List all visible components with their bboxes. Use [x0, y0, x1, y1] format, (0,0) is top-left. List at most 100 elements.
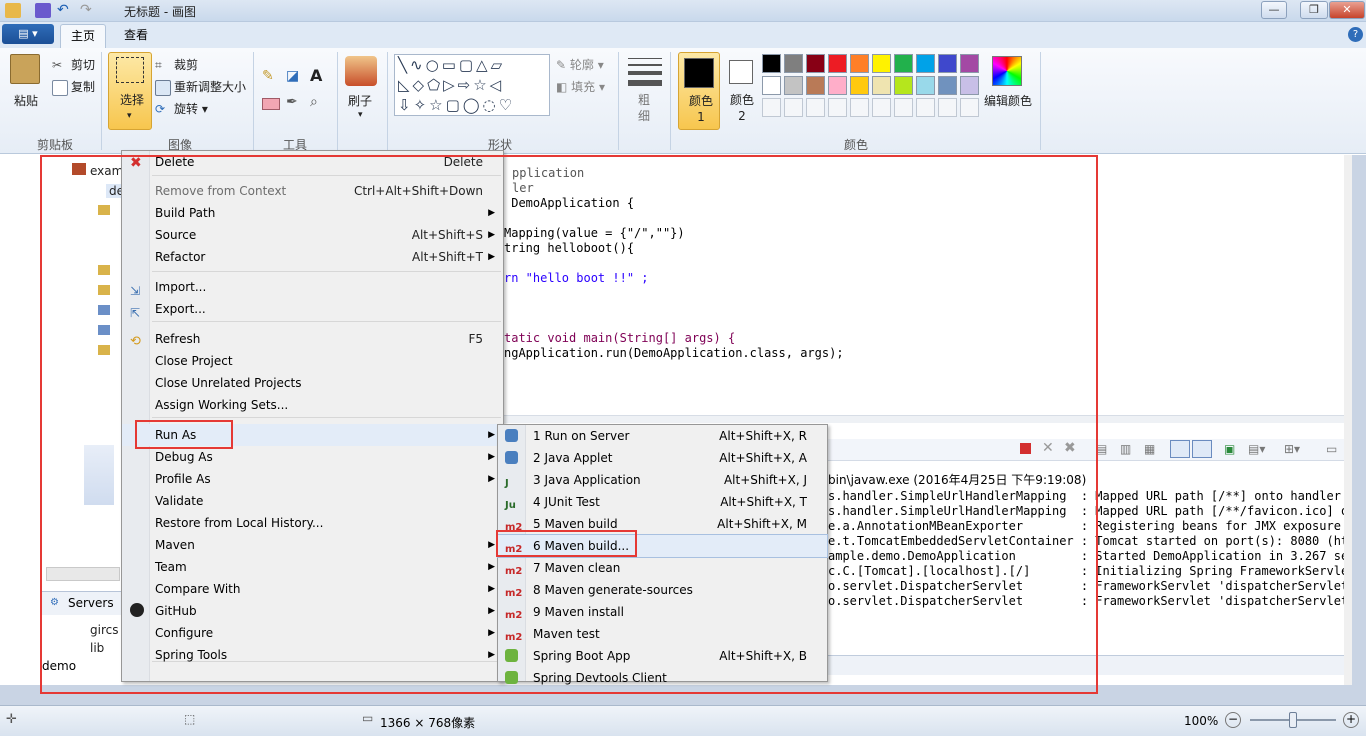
- color-swatch-empty[interactable]: [850, 98, 869, 117]
- color-swatch[interactable]: [960, 76, 979, 95]
- redo-icon[interactable]: ↷: [80, 3, 96, 18]
- color-swatch[interactable]: [762, 76, 781, 95]
- color-swatch[interactable]: [806, 54, 825, 73]
- cursor-position-icon: ✛: [6, 712, 17, 727]
- brush-icon[interactable]: [345, 56, 377, 86]
- crop-label: 裁剪: [174, 58, 199, 72]
- color-swatch-empty[interactable]: [806, 98, 825, 117]
- fill-bucket-icon[interactable]: ◪: [286, 68, 304, 86]
- color-swatch-empty[interactable]: [828, 98, 847, 117]
- fill-button[interactable]: ◧ 填充 ▾: [556, 78, 605, 95]
- select-rect-icon: [116, 57, 144, 83]
- eraser-icon[interactable]: [262, 98, 280, 110]
- cut-button[interactable]: ✂ 剪切: [52, 56, 95, 74]
- resize-label: 重新调整大小: [174, 80, 247, 94]
- group-divider: [101, 52, 102, 150]
- open-console-icon[interactable]: ⊞▾: [1284, 442, 1300, 456]
- color2-label: 颜色 2: [729, 93, 754, 123]
- color-swatch[interactable]: [806, 76, 825, 95]
- minimize-view-icon[interactable]: ▭: [1326, 442, 1337, 456]
- color-swatch-empty[interactable]: [894, 98, 913, 117]
- fill-icon: ◧: [556, 80, 568, 94]
- maximize-button[interactable]: ❐: [1300, 1, 1328, 19]
- color-swatch[interactable]: [784, 76, 803, 95]
- color-swatch[interactable]: [894, 76, 913, 95]
- color-palette: [762, 54, 982, 124]
- zoom-in-button[interactable]: +: [1343, 712, 1359, 728]
- color-swatch[interactable]: [784, 54, 803, 73]
- color-swatch[interactable]: [828, 76, 847, 95]
- select-button[interactable]: 选择 ▾: [108, 52, 152, 130]
- edit-colors-button[interactable]: 编辑颜色: [984, 92, 1032, 109]
- title-bar: ↶ ↷ 无标题 - 画图 — ❐ ✕: [0, 0, 1366, 22]
- tab-view[interactable]: 查看: [114, 24, 158, 48]
- outline-button[interactable]: ✎ 轮廓 ▾: [556, 56, 604, 73]
- outline-icon: ✎: [556, 58, 567, 72]
- pin-console-icon[interactable]: ▣: [1224, 442, 1235, 456]
- vertical-scrollbar[interactable]: [1344, 155, 1352, 685]
- undo-icon[interactable]: ↶: [57, 3, 73, 18]
- crop-icon: ⌗: [155, 57, 162, 72]
- color2-button[interactable]: 颜色 2: [722, 52, 760, 130]
- color-swatch[interactable]: [938, 54, 957, 73]
- color2-swatch: [729, 60, 753, 84]
- crop-button[interactable]: ⌗ 裁剪: [155, 56, 198, 74]
- tab-home[interactable]: 主页: [60, 24, 107, 48]
- color-swatch[interactable]: [894, 54, 913, 73]
- annotation-box-maven-build: [496, 530, 637, 557]
- canvas-size-icon: ▭: [362, 711, 374, 725]
- color-swatch[interactable]: [916, 54, 935, 73]
- help-icon[interactable]: ?: [1348, 27, 1363, 42]
- zoom-out-button[interactable]: −: [1225, 712, 1241, 728]
- pencil-icon[interactable]: ✎: [262, 68, 280, 86]
- color-swatch[interactable]: [916, 76, 935, 95]
- color-swatch-empty[interactable]: [872, 98, 891, 117]
- minimize-button[interactable]: —: [1261, 1, 1287, 19]
- color-swatch-empty[interactable]: [938, 98, 957, 117]
- color1-button[interactable]: 颜色 1: [678, 52, 720, 130]
- color-swatch-empty[interactable]: [784, 98, 803, 117]
- paste-button[interactable]: 粘贴: [14, 92, 38, 109]
- show-stdout-icon[interactable]: [1170, 440, 1190, 458]
- file-menu-button[interactable]: ▤ ▾: [2, 24, 54, 44]
- color-swatch-empty[interactable]: [916, 98, 935, 117]
- color-swatch[interactable]: [960, 54, 979, 73]
- ribbon: 粘贴 ✂ 剪切 复制 剪贴板 选择 ▾ ⌗ 裁剪 重新调整大小 ⟳ 旋转 ▾ 图像 ✎…: [0, 48, 1366, 154]
- zoom-level: 100%: [1184, 714, 1219, 728]
- text-tool-icon[interactable]: A: [310, 66, 322, 85]
- color-swatch-empty[interactable]: [762, 98, 781, 117]
- selection-size-icon: ⬚: [184, 712, 196, 726]
- show-stderr-icon[interactable]: [1192, 440, 1212, 458]
- color1-label: 颜色 1: [688, 94, 713, 124]
- rotate-button[interactable]: ⟳ 旋转 ▾: [155, 100, 208, 118]
- color-swatch[interactable]: [762, 54, 781, 73]
- color-swatch[interactable]: [872, 76, 891, 95]
- close-button[interactable]: ✕: [1329, 1, 1365, 19]
- copy-icon: [52, 79, 68, 96]
- resize-button[interactable]: 重新调整大小: [155, 78, 246, 96]
- size-icon[interactable]: [628, 58, 662, 86]
- select-label: 选择: [120, 93, 145, 107]
- save-icon[interactable]: [35, 3, 51, 18]
- zoom-slider-thumb[interactable]: [1289, 712, 1297, 728]
- word-wrap-icon[interactable]: ▦: [1144, 442, 1155, 456]
- color1-swatch: [684, 58, 714, 88]
- color-picker-icon[interactable]: ✒: [286, 94, 298, 110]
- color-swatch[interactable]: [938, 76, 957, 95]
- brushes-button[interactable]: 刷子: [348, 92, 372, 109]
- shapes-gallery[interactable]: ╲∿○▭▢△▱ ◺◇⬠▷⇨☆◁ ⇩✧☆▢◯◌♡: [394, 54, 550, 116]
- colors-group-label: 颜色: [843, 138, 868, 152]
- display-console-icon[interactable]: ▤▾: [1248, 442, 1265, 456]
- paste-icon[interactable]: [10, 54, 40, 84]
- color-swatch[interactable]: [828, 54, 847, 73]
- color-swatch-empty[interactable]: [960, 98, 979, 117]
- color-swatch[interactable]: [850, 54, 869, 73]
- resize-icon: [155, 79, 171, 96]
- copy-button[interactable]: 复制: [52, 78, 95, 96]
- size-button[interactable]: 粗细: [638, 92, 652, 124]
- group-divider: [1040, 52, 1041, 150]
- color-swatch[interactable]: [850, 76, 869, 95]
- color-swatch[interactable]: [872, 54, 891, 73]
- scroll-lock-icon[interactable]: ▥: [1120, 442, 1131, 456]
- magnifier-icon[interactable]: ⌕: [310, 94, 318, 110]
